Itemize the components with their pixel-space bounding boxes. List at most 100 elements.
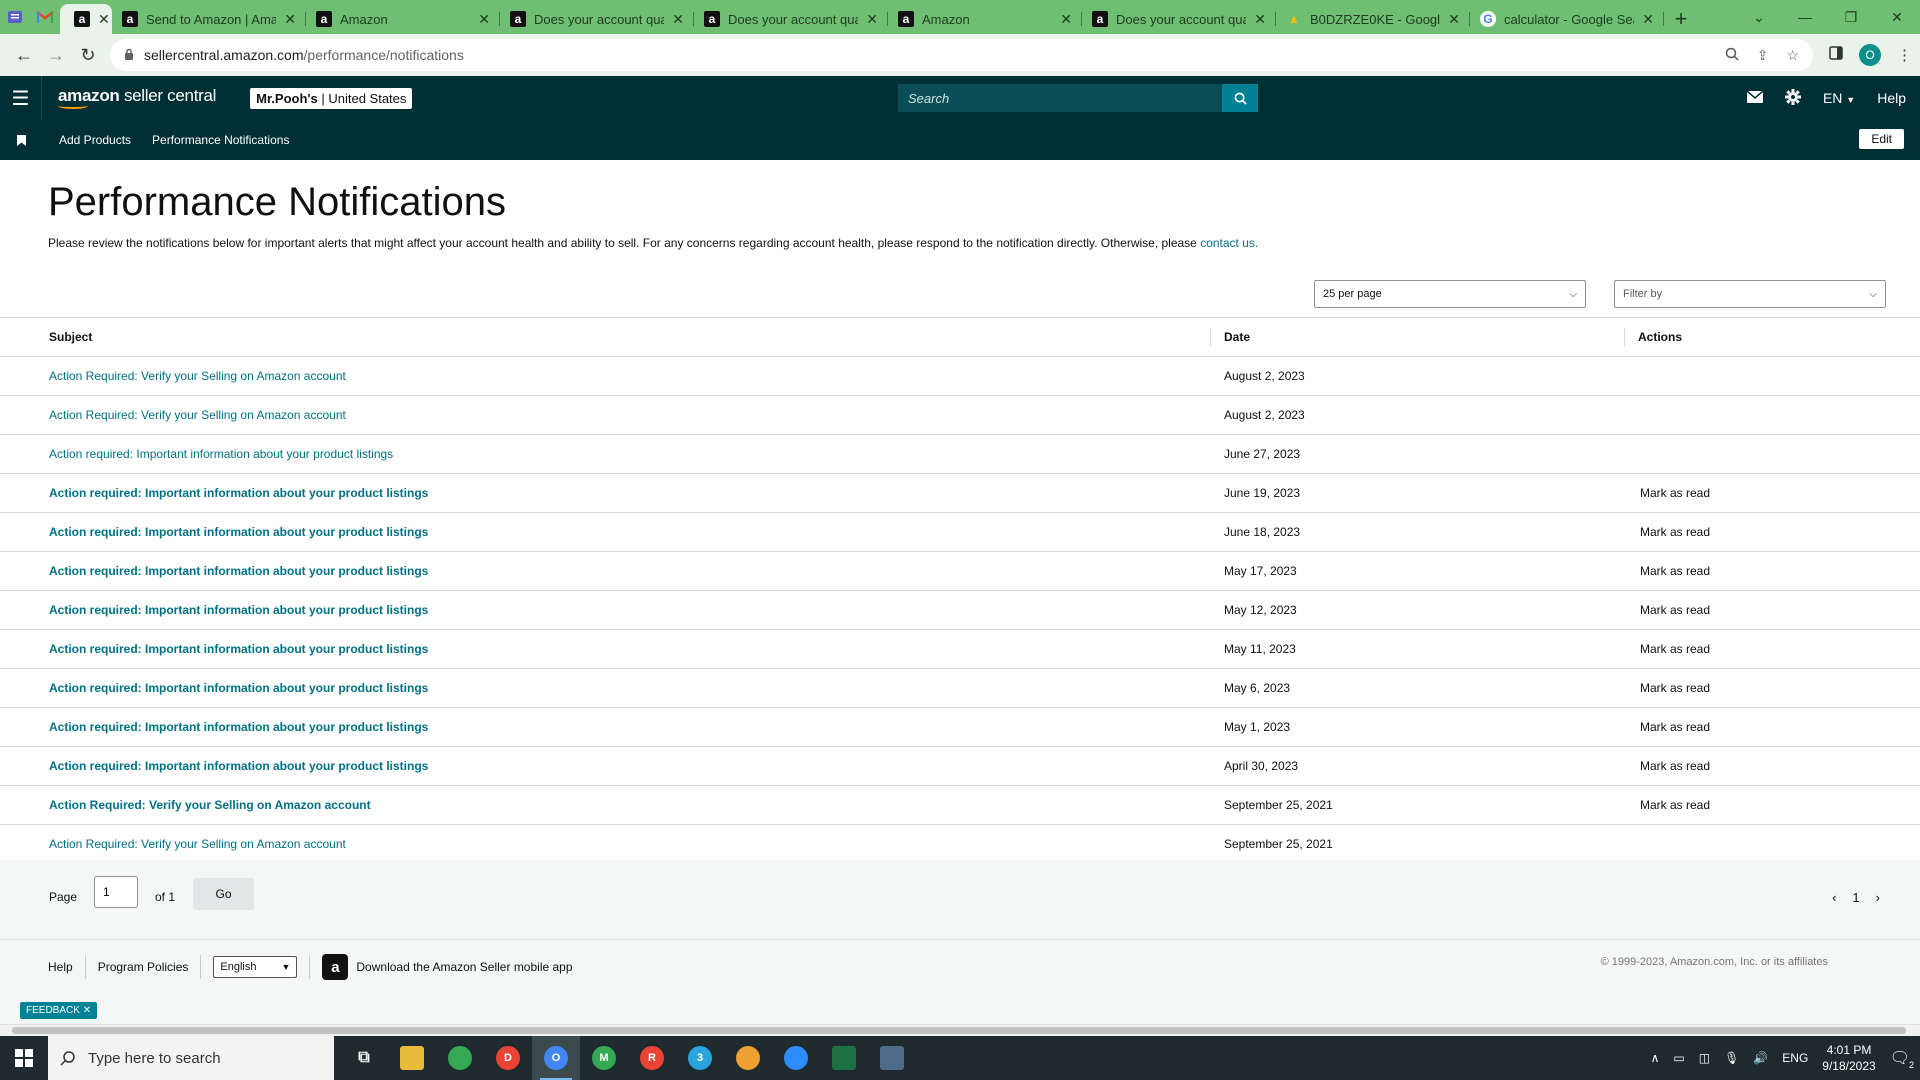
notification-subject-link[interactable]: Action required: Important information a…: [49, 759, 428, 773]
download-app-link[interactable]: a Download the Amazon Seller mobile app: [322, 954, 573, 980]
taskbar-chrome-button[interactable]: O: [532, 1036, 580, 1080]
close-icon[interactable]: ✕: [83, 1005, 91, 1016]
close-tab-icon[interactable]: ✕: [284, 11, 296, 28]
input-language[interactable]: ENG: [1782, 1051, 1808, 1065]
horizontal-scrollbar[interactable]: [0, 1024, 1920, 1036]
go-button[interactable]: Go: [193, 878, 254, 910]
close-window-icon[interactable]: ✕: [1874, 0, 1920, 34]
taskbar-chrome-button[interactable]: M: [580, 1036, 628, 1080]
gmail-tab-icon[interactable]: [30, 0, 60, 34]
browser-tab[interactable]: a Amazon ✕: [888, 4, 1082, 34]
close-tab-icon[interactable]: ✕: [672, 11, 684, 28]
camera-icon[interactable]: ◫: [1699, 1051, 1710, 1065]
notification-subject-link[interactable]: Action required: Important information a…: [49, 525, 428, 539]
column-header-subject[interactable]: Subject: [0, 318, 1210, 357]
mark-as-read-link[interactable]: Mark as read: [1624, 746, 1920, 786]
close-tab-icon[interactable]: ✕: [1642, 11, 1654, 28]
taskbar-zoom-button[interactable]: [772, 1036, 820, 1080]
taskbar-clock[interactable]: 4:01 PM 9/18/2023: [1822, 1042, 1875, 1074]
browser-tab[interactable]: a Does your account qua ✕: [500, 4, 694, 34]
per-page-select[interactable]: 25 per page ⌵: [1314, 280, 1586, 308]
browser-menu-icon[interactable]: ⋮: [1897, 46, 1912, 64]
taskbar-excel-button[interactable]: [820, 1036, 868, 1080]
mark-as-read-link[interactable]: Mark as read: [1624, 512, 1920, 552]
notification-subject-link[interactable]: Action Required: Verify your Selling on …: [49, 408, 346, 422]
messages-icon[interactable]: [1746, 90, 1764, 106]
browser-tab[interactable]: a Amazon ✕: [306, 4, 500, 34]
notification-center-icon[interactable]: 🗨 2: [1890, 1048, 1914, 1070]
footer-help-link[interactable]: Help: [48, 955, 86, 979]
mark-as-read-link[interactable]: Mark as read: [1624, 707, 1920, 747]
search-button[interactable]: [1222, 84, 1258, 112]
mark-as-read-link[interactable]: Mark as read: [1624, 473, 1920, 513]
page-number-input[interactable]: [94, 876, 138, 908]
browser-tab[interactable]: a Does your account qua ✕: [1082, 4, 1276, 34]
notification-subject-link[interactable]: Action Required: Verify your Selling on …: [49, 798, 371, 812]
notification-subject-link[interactable]: Action required: Important information a…: [49, 642, 428, 656]
notification-subject-link[interactable]: Action Required: Verify your Selling on …: [49, 837, 346, 851]
notification-subject-link[interactable]: Action Required: Verify your Selling on …: [49, 369, 346, 383]
settings-gear-icon[interactable]: [1784, 88, 1801, 108]
bookmark-star-icon[interactable]: ☆: [1786, 47, 1799, 64]
back-icon[interactable]: ←: [8, 39, 40, 71]
network-icon[interactable]: ▭: [1673, 1051, 1684, 1065]
current-page-number[interactable]: 1: [1852, 890, 1859, 905]
filter-select[interactable]: Filter by ⌵: [1614, 280, 1886, 308]
reload-icon[interactable]: ↻: [72, 39, 104, 71]
seller-central-logo[interactable]: amazon seller central: [58, 87, 216, 109]
close-tab-icon[interactable]: ✕: [1448, 11, 1460, 28]
browser-tab[interactable]: a Does your account qua ✕: [694, 4, 888, 34]
restore-icon[interactable]: ❐: [1828, 0, 1874, 34]
new-tab-button[interactable]: +: [1664, 4, 1698, 34]
mark-as-read-link[interactable]: Mark as read: [1624, 785, 1920, 825]
taskbar-telegram-button[interactable]: 3: [676, 1036, 724, 1080]
start-button[interactable]: [0, 1036, 48, 1080]
store-selector[interactable]: Mr.Pooh's | United States: [250, 87, 413, 109]
profile-avatar[interactable]: O: [1859, 44, 1881, 66]
volume-icon[interactable]: 🔊: [1753, 1051, 1768, 1065]
taskbar-character-app-button[interactable]: [724, 1036, 772, 1080]
notification-subject-link[interactable]: Action required: Important information a…: [49, 720, 428, 734]
notification-subject-link[interactable]: Action required: Important information a…: [49, 486, 428, 500]
tab-list-icon[interactable]: ⌄: [1736, 0, 1782, 34]
close-tab-icon[interactable]: ✕: [98, 11, 110, 28]
scrollbar-thumb[interactable]: [12, 1027, 1906, 1034]
column-header-date[interactable]: Date: [1210, 318, 1624, 357]
close-tab-icon[interactable]: ✕: [1060, 11, 1072, 28]
close-tab-icon[interactable]: ✕: [1254, 11, 1266, 28]
next-page-icon[interactable]: ›: [1876, 890, 1880, 905]
zoom-icon[interactable]: [1725, 47, 1739, 64]
taskbar-task-view-button[interactable]: ⧉: [340, 1036, 388, 1080]
notification-subject-link[interactable]: Action required: Important information a…: [49, 603, 428, 617]
forward-icon[interactable]: →: [40, 39, 72, 71]
feedback-button[interactable]: FEEDBACK ✕: [20, 1002, 98, 1019]
mark-as-read-link[interactable]: Mark as read: [1624, 668, 1920, 708]
bookmark-icon[interactable]: [0, 134, 42, 146]
tray-overflow-icon[interactable]: ∧: [1651, 1051, 1660, 1065]
mark-as-read-link[interactable]: Mark as read: [1624, 590, 1920, 630]
close-tab-icon[interactable]: ✕: [866, 11, 878, 28]
previous-page-icon[interactable]: ‹: [1832, 890, 1836, 905]
share-icon[interactable]: ⇪: [1757, 47, 1769, 64]
side-panel-icon[interactable]: [1829, 46, 1843, 64]
search-input[interactable]: [898, 84, 1222, 112]
minimize-icon[interactable]: —: [1782, 0, 1828, 34]
taskbar-search[interactable]: Type here to search: [48, 1036, 334, 1080]
notification-subject-link[interactable]: Action required: Important information a…: [49, 564, 428, 578]
tab-search-icon[interactable]: [0, 0, 30, 34]
browser-tab[interactable]: a Send to Amazon | Amaz ✕: [112, 4, 306, 34]
help-link[interactable]: Help: [1877, 90, 1906, 106]
footer-program-policies-link[interactable]: Program Policies: [86, 955, 202, 979]
close-tab-icon[interactable]: ✕: [478, 11, 490, 28]
subnav-add-products[interactable]: Add Products: [59, 133, 131, 147]
hamburger-menu-icon[interactable]: ☰: [0, 76, 42, 120]
url-field[interactable]: sellercentral.amazon.com/performance/not…: [110, 39, 1813, 71]
notification-subject-link[interactable]: Action required: Important information a…: [49, 681, 428, 695]
language-selector[interactable]: EN ▼: [1823, 90, 1855, 106]
subnav-performance-notifications[interactable]: Performance Notifications: [152, 133, 289, 147]
taskbar-file-explorer-button[interactable]: [388, 1036, 436, 1080]
taskbar-calculator-button[interactable]: [868, 1036, 916, 1080]
mark-as-read-link[interactable]: Mark as read: [1624, 551, 1920, 591]
microphone-icon[interactable]: 🎙: [1724, 1051, 1739, 1065]
footer-language-select[interactable]: English ▼: [213, 956, 298, 978]
